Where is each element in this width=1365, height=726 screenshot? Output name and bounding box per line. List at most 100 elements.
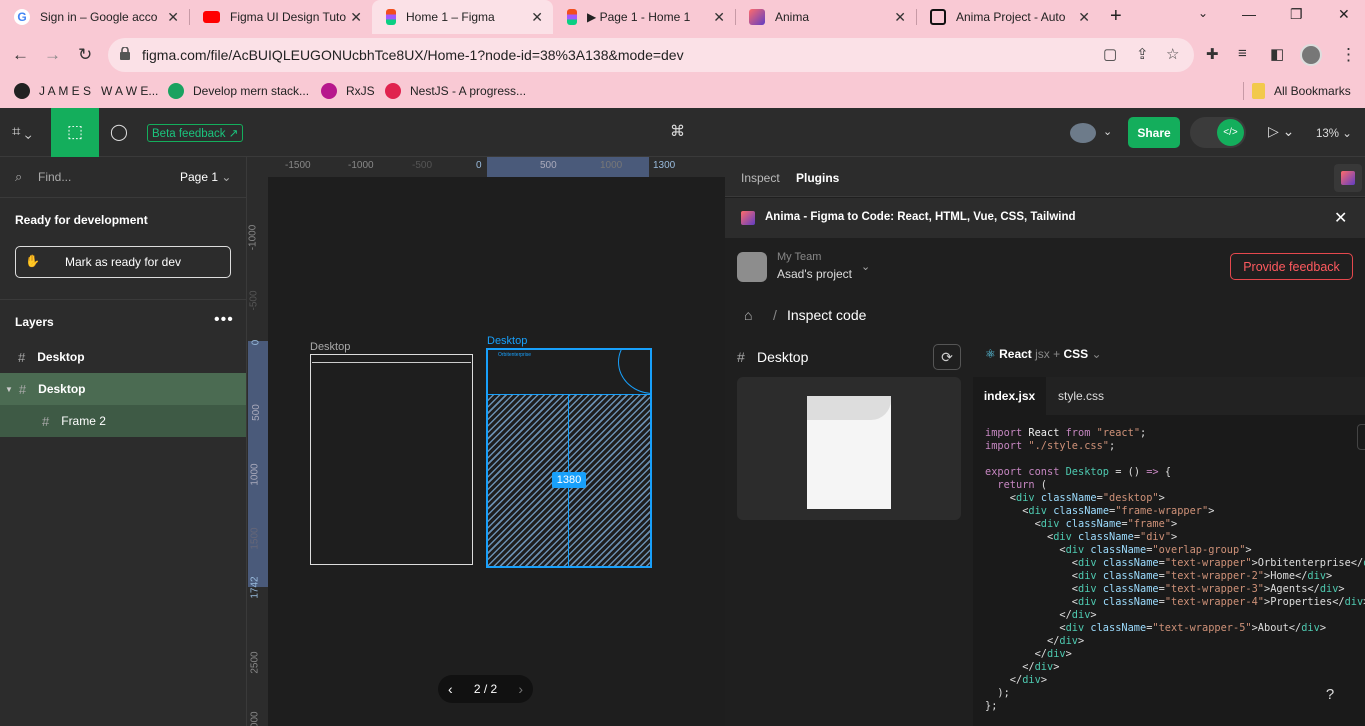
dev-mode-toggle[interactable]: </> (1190, 117, 1246, 148)
chevron-right-icon[interactable]: › (518, 681, 523, 697)
plugin-title: Anima - Figma to Code: React, HTML, Vue,… (765, 211, 1076, 223)
dev-mode-code-icon[interactable]: ⌘ (670, 122, 685, 140)
home-icon[interactable]: ⌂ (744, 307, 752, 323)
provide-feedback-button[interactable]: Provide feedback (1230, 253, 1353, 280)
tab-anima-project[interactable]: Anima Project - Auto ✕ (916, 0, 1100, 34)
tab-index-jsx[interactable]: index.jsx (973, 377, 1046, 415)
bookmark-item[interactable]: J A M E S W A W E... (14, 83, 158, 99)
minimize-icon[interactable]: — (1242, 6, 1256, 22)
beta-feedback-button[interactable]: Beta feedback ↗ (147, 124, 244, 142)
chevron-down-icon[interactable]: ⌄ (1103, 125, 1112, 138)
anima-icon (741, 211, 755, 225)
zoom-level[interactable]: 13% ⌄ (1316, 126, 1352, 140)
media-list-icon[interactable]: ≡ (1238, 45, 1247, 62)
tab-style-css[interactable]: style.css (1058, 389, 1104, 403)
tab-figma-home[interactable]: Home 1 – Figma ✕ (372, 0, 553, 34)
clipboard-icon[interactable]: ▢ (1103, 45, 1117, 63)
tab-inspect[interactable]: Inspect (741, 171, 780, 185)
react-icon: ⚛ (985, 347, 996, 361)
layer-row-frame-2[interactable]: # Frame 2 (0, 405, 246, 437)
figma-menu-icon[interactable]: ⌗ ⌄ (12, 123, 32, 140)
anima-plugin-button[interactable] (1334, 164, 1362, 192)
all-bookmarks[interactable]: All Bookmarks (1252, 83, 1351, 99)
close-icon[interactable]: ✕ (167, 9, 179, 26)
tab-plugins[interactable]: Plugins (796, 171, 839, 185)
frame-arc-shape (618, 350, 650, 394)
close-icon[interactable]: ✕ (1334, 208, 1347, 228)
find-input[interactable]: Find... (38, 170, 71, 184)
ruler-tick-label: -1000 (348, 160, 374, 171)
address-bar-row: ← → ↻ figma.com/file/AcBUIQLEUGONUcbhTce… (0, 34, 1365, 76)
close-icon[interactable]: ✕ (350, 9, 362, 26)
tab-figma-page[interactable]: ▶ Page 1 - Home 1 ✕ (553, 0, 735, 34)
bookmarks-bar: J A M E S W A W E... Develop mern stack.… (0, 76, 1365, 108)
divider (0, 299, 246, 300)
restore-icon[interactable]: ❐ (1290, 6, 1303, 23)
page-selector[interactable]: Page 1 ⌄ (180, 170, 231, 184)
thumbnail-header (807, 396, 891, 420)
present-play-icon[interactable]: ▷ ⌄ (1268, 123, 1294, 140)
share-page-icon[interactable]: ⇪ (1136, 45, 1149, 63)
tab-search-chevron-icon[interactable]: ⌄ (1198, 6, 1208, 20)
share-button[interactable]: Share (1128, 117, 1180, 148)
close-icon[interactable]: ✕ (531, 9, 543, 26)
close-icon[interactable]: ✕ (894, 9, 906, 26)
ruler-tick-label: -500 (248, 290, 260, 311)
youtube-icon (203, 11, 220, 23)
caret-down-icon[interactable]: ▼ (5, 385, 13, 394)
star-bookmark-icon[interactable]: ☆ (1166, 45, 1179, 63)
browser-menu-icon[interactable]: ⋮ (1340, 45, 1357, 65)
layer-row-desktop-2[interactable]: ▼ # Desktop (0, 373, 246, 405)
mark-ready-button[interactable]: ✋ Mark as ready for dev (15, 246, 231, 278)
frame-mini-title: Orbitenterprise (498, 352, 532, 358)
frame-pager[interactable]: ‹ 2 / 2 › (438, 675, 533, 703)
forward-arrow-icon[interactable]: → (44, 45, 61, 65)
address-bar[interactable]: figma.com/file/AcBUIQLEUGONUcbhTce8UX/Ho… (108, 38, 1194, 72)
code-block: import React from "react"; import "./sty… (985, 427, 1365, 712)
frame-label[interactable]: Desktop (310, 341, 350, 353)
desktop-frame-2-selected[interactable]: Orbitenterprise 1380 (486, 348, 652, 568)
bookmark-item[interactable]: NestJS - A progress... (385, 83, 526, 99)
chevron-left-icon[interactable]: ‹ (448, 681, 453, 697)
ruler-tick-label: -500 (412, 160, 433, 171)
team-label: My Team (777, 251, 822, 263)
ruler-tick-label: -1000 (248, 224, 259, 251)
more-options-icon[interactable]: ••• (214, 311, 234, 329)
extensions-puzzle-icon[interactable]: ✚ (1206, 45, 1219, 63)
move-tool-button[interactable]: ⬚ (51, 108, 99, 157)
google-icon: G (14, 9, 30, 25)
horizontal-ruler: -1500 -1000 -500 0 500 1000 1300 (248, 157, 725, 177)
project-selector[interactable]: Asad's project (777, 267, 852, 281)
close-window-icon[interactable]: ✕ (1338, 6, 1350, 23)
refresh-icon[interactable]: ⟳ (933, 344, 961, 370)
desktop-frame-1[interactable] (310, 354, 473, 565)
close-icon[interactable]: ✕ (713, 9, 725, 26)
frame-label[interactable]: Desktop (487, 335, 527, 347)
framework-selector[interactable]: ⚛ React jsx + CSS ⌄ (985, 347, 1102, 361)
comment-icon[interactable]: ◯ (110, 122, 128, 142)
figma-icon (567, 9, 577, 25)
side-panel-icon[interactable]: ◧ (1270, 45, 1284, 63)
design-canvas[interactable]: -1500 -1000 -500 0 500 1000 1300 -1000 -… (248, 157, 725, 726)
reload-icon[interactable]: ↻ (78, 45, 92, 65)
chevron-down-icon[interactable]: ⌄ (861, 260, 870, 273)
close-icon[interactable]: ✕ (1078, 9, 1090, 26)
code-icon: </> (1217, 119, 1244, 146)
bookmark-item[interactable]: Develop mern stack... (168, 83, 309, 99)
new-tab-plus-icon[interactable]: + (1110, 5, 1122, 28)
figma-toolbar: ⌗ ⌄ ⬚ ◯ Beta feedback ↗ ⌘ ⌄ Share </> ▷ … (0, 108, 1365, 157)
back-arrow-icon[interactable]: ← (12, 45, 29, 65)
user-avatar[interactable] (1070, 123, 1096, 143)
tab-google[interactable]: G Sign in – Google acco ✕ (0, 0, 189, 34)
ruler-tick-label: 0 (250, 339, 262, 346)
profile-avatar[interactable] (1300, 44, 1322, 66)
bookmark-item[interactable]: RxJS (321, 83, 375, 99)
tab-youtube[interactable]: Figma UI Design Tuto ✕ (189, 0, 372, 34)
tab-anima[interactable]: Anima ✕ (735, 0, 916, 34)
frame-icon: # (18, 349, 26, 365)
divider (0, 197, 246, 198)
search-icon: ⌕ (15, 169, 23, 184)
layer-row-desktop-1[interactable]: # Desktop (0, 341, 246, 373)
browser-chrome: G Sign in – Google acco ✕ Figma UI Desig… (0, 0, 1365, 108)
ruler-tick-label: 500 (540, 160, 557, 171)
